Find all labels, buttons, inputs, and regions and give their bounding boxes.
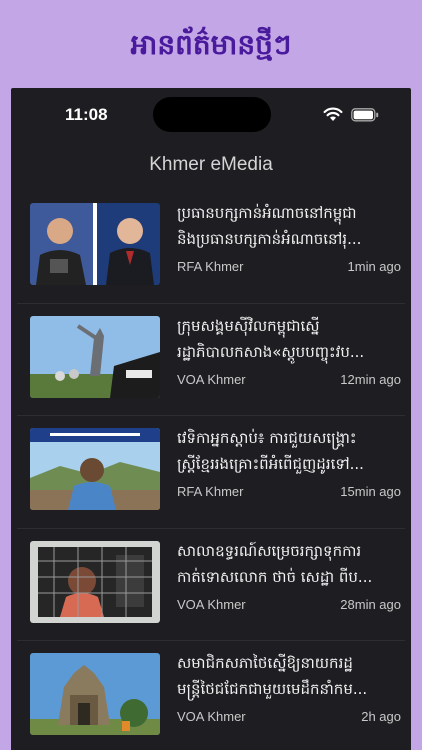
news-headline-line2: មន្ត្រីថៃជជែកជាមួយមេដឹកនាំកម... (177, 680, 368, 698)
news-headline-line2: រដ្ឋាភិបាលកសាង«ស្តូបបញ្ចុះវប... (177, 342, 365, 361)
promo-banner: អានព័ត៌មានថ្មីៗ (0, 0, 422, 88)
news-headline-line1: ប្រធានបក្សកាន់អំណាចនៅកម្ពុជា (177, 204, 357, 222)
phone-screen: 11:08 Khmer eMedia ប្រធានបក្សកាន់អំណាចនៅ… (11, 88, 411, 750)
news-headline-line2: កាត់ទោសលោក ថាច់ សេដ្ឋា ពីប... (177, 567, 373, 586)
news-item[interactable]: វេទិកាអ្នកស្ដាប់៖ ការជួយសង្គ្រោះ ស្ត្រីខ… (17, 416, 405, 529)
news-source: VOA Khmer (177, 596, 246, 612)
news-source: VOA Khmer (177, 371, 246, 387)
news-headline-line2: ស្ត្រីខ្មែររងគ្រោះពីអំពើជួញដូរទៅ... (177, 455, 364, 473)
news-source: RFA Khmer (177, 484, 244, 499)
news-thumbnail (30, 428, 160, 510)
news-thumbnail (30, 315, 160, 398)
news-thumbnail (30, 653, 160, 735)
news-time-ago: 12min ago (340, 371, 401, 387)
news-item[interactable]: ក្រុមសង្គមស៊ីវិលកម្ពុជាស្នើ រដ្ឋាភិបាលកស… (17, 304, 405, 416)
battery-icon (351, 107, 379, 126)
status-time: 11:08 (65, 105, 108, 124)
news-headline-line1: ក្រុមសង្គមស៊ីវិលកម្ពុជាស្នើ (177, 316, 320, 335)
app-title: Khmer eMedia (149, 154, 273, 175)
news-thumbnail (30, 203, 160, 285)
news-item[interactable]: សមាជិកសភាថៃស្នើឱ្យនាយករដ្ឋ មន្ត្រីថៃជជែក… (17, 641, 405, 750)
news-headline-line1: សមាជិកសភាថៃស្នើឱ្យនាយករដ្ឋ (177, 654, 353, 672)
news-time-ago: 2h ago (361, 709, 401, 724)
banner-title: អានព័ត៌មានថ្មីៗ (130, 27, 292, 61)
news-headline-line1: វេទិកាអ្នកស្ដាប់៖ ការជួយសង្គ្រោះ (177, 429, 357, 447)
news-thumbnail (30, 540, 160, 623)
news-list: ប្រធានបក្សកាន់អំណាចនៅកម្ពុជា និងប្រធានបក… (11, 191, 411, 750)
news-source: VOA Khmer (177, 709, 246, 724)
news-time-ago: 28min ago (340, 596, 401, 612)
news-item[interactable]: ប្រធានបក្សកាន់អំណាចនៅកម្ពុជា និងប្រធានបក… (17, 191, 405, 304)
news-item[interactable]: សាលាឧទ្ធរណ៍សម្រេចរក្សាទុកការ កាត់ទោសលោក … (17, 529, 405, 641)
wifi-icon (323, 107, 343, 126)
news-time-ago: 1min ago (347, 259, 401, 274)
status-bar: 11:08 (11, 88, 411, 142)
news-time-ago: 15min ago (340, 484, 401, 499)
dynamic-island (153, 97, 271, 132)
news-headline-line1: សាលាឧទ្ធរណ៍សម្រេចរក្សាទុកការ (177, 541, 362, 560)
news-headline-line2: និងប្រធានបក្សកាន់អំណាចនៅរុ... (177, 230, 362, 248)
news-source: RFA Khmer (177, 259, 244, 274)
